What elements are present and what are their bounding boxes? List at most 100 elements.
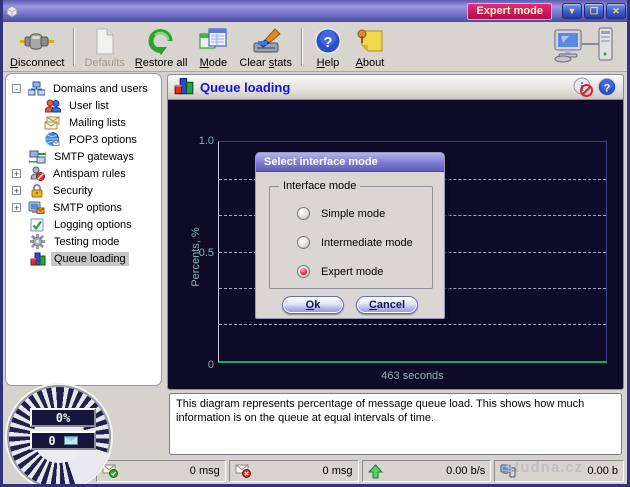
- radio-expert-mode[interactable]: Expert mode: [270, 257, 432, 286]
- sidebar-item-label: Security: [50, 184, 96, 198]
- restore-all-button[interactable]: Restore all: [130, 24, 193, 70]
- collapse-icon[interactable]: -: [12, 84, 21, 93]
- radio-simple-mode[interactable]: Simple mode: [270, 199, 432, 228]
- settings-tree: - Domains and users User list Mailing li…: [5, 73, 162, 386]
- sidebar-item-label: Logging options: [51, 218, 135, 232]
- expand-icon[interactable]: +: [12, 203, 21, 212]
- user-list-icon: [44, 98, 61, 113]
- info-disabled-icon[interactable]: i: [573, 77, 593, 97]
- sidebar-item-queue-loading[interactable]: Queue loading: [6, 250, 161, 267]
- toolbar: Disconnect Defaults Restore all Mode Cl: [3, 22, 627, 72]
- queue-load-gauge: 0% 0: [3, 383, 119, 484]
- cancel-button[interactable]: Cancel: [356, 296, 418, 314]
- radio-intermediate-mode[interactable]: Intermediate mode: [270, 228, 432, 257]
- sidebar-item-label: SMTP gateways: [51, 150, 137, 164]
- sidebar-item-domains-and-users[interactable]: - Domains and users: [6, 80, 161, 97]
- ok-button[interactable]: Ok: [282, 296, 344, 314]
- panel-title: Queue loading: [200, 80, 290, 95]
- mailing-lists-icon: [44, 115, 61, 130]
- upload-arrow-icon: [368, 464, 384, 478]
- mode-icon: [199, 26, 227, 56]
- clear-stats-button[interactable]: Clear stats: [234, 24, 297, 70]
- dialog-title-bar[interactable]: Select interface mode: [256, 153, 444, 172]
- app-icon: [4, 3, 22, 19]
- sidebar-item-logging-options[interactable]: Logging options: [6, 216, 161, 233]
- defaults-label: Defaults: [84, 57, 124, 69]
- radio-icon[interactable]: [297, 207, 310, 220]
- restore-all-label: Restore all: [135, 57, 188, 69]
- network-status-icon: [553, 26, 615, 69]
- gauge-percent-display: 0%: [30, 408, 96, 427]
- envelope-icon: [64, 436, 78, 445]
- app-window: Expert mode ▼ ❐ ✕ Disconnect Defaults Re…: [0, 0, 630, 487]
- about-icon: [356, 26, 384, 56]
- queue-loading-panel-icon: [174, 76, 194, 98]
- interface-mode-group: Interface mode Simple mode Intermediate …: [269, 186, 433, 289]
- clear-stats-icon: [251, 26, 281, 56]
- sidebar-item-label: Queue loading: [51, 252, 129, 266]
- defaults-button[interactable]: Defaults: [79, 24, 129, 70]
- disconnect-button[interactable]: Disconnect: [5, 24, 69, 70]
- radio-icon[interactable]: [297, 236, 310, 249]
- testing-mode-icon: [29, 234, 46, 249]
- queue-loading-icon: [29, 251, 46, 266]
- disconnect-icon: [20, 26, 54, 56]
- smtp-gateways-icon: [29, 149, 46, 164]
- pop3-options-icon: [44, 132, 61, 147]
- select-interface-mode-dialog: Select interface mode Interface mode Sim…: [255, 152, 445, 319]
- status-value: 0 msg: [190, 465, 220, 477]
- close-button[interactable]: ✕: [606, 3, 626, 19]
- sidebar-item-label: Domains and users: [50, 82, 151, 96]
- sidebar-item-user-list[interactable]: User list: [6, 97, 161, 114]
- mode-label: Mode: [200, 57, 228, 69]
- y-tick-1: 1.0: [192, 135, 214, 147]
- watermark: studna.cz: [505, 459, 583, 476]
- sidebar-item-smtp-gateways[interactable]: SMTP gateways: [6, 148, 161, 165]
- status-messages-error: 0 msg: [229, 460, 359, 482]
- svg-text:?: ?: [604, 83, 611, 95]
- message-error-icon: [235, 464, 251, 478]
- radio-selected-icon[interactable]: [297, 265, 310, 278]
- sidebar-item-antispam-rules[interactable]: + Antispam rules: [6, 165, 161, 182]
- status-value: 0.00 b/s: [446, 465, 485, 477]
- help-label: Help: [317, 57, 340, 69]
- sidebar-item-security[interactable]: + Security: [6, 182, 161, 199]
- status-upload-speed: 0.00 b/s: [362, 460, 492, 482]
- sidebar-item-label: POP3 options: [66, 133, 140, 147]
- smtp-options-icon: [28, 200, 45, 215]
- domains-and-users-icon: [28, 81, 45, 96]
- status-value: 0 msg: [323, 465, 353, 477]
- antispam-rules-icon: [28, 166, 45, 181]
- toolbar-separator: [301, 28, 303, 66]
- radio-label: Simple mode: [321, 208, 385, 220]
- panel-help-icon[interactable]: ?: [597, 77, 617, 97]
- sidebar-item-smtp-options[interactable]: + SMTP options: [6, 199, 161, 216]
- mode-badge: Expert mode: [467, 3, 552, 20]
- security-icon: [28, 183, 45, 198]
- disconnect-label: Disconnect: [10, 57, 64, 69]
- sidebar-item-pop3-options[interactable]: POP3 options: [6, 131, 161, 148]
- minimize-button[interactable]: ▼: [562, 3, 582, 19]
- gridline: [219, 324, 606, 325]
- about-button[interactable]: About: [349, 24, 391, 70]
- group-label: Interface mode: [279, 180, 360, 192]
- sidebar-item-label: Antispam rules: [50, 167, 129, 181]
- defaults-icon: [93, 26, 117, 56]
- expand-icon[interactable]: +: [12, 186, 21, 195]
- sidebar-item-mailing-lists[interactable]: Mailing lists: [6, 114, 161, 131]
- panel-header: Queue loading i ?: [168, 75, 623, 100]
- radio-label: Intermediate mode: [321, 237, 413, 249]
- x-axis-label: 463 seconds: [218, 370, 607, 382]
- maximize-button[interactable]: ❐: [584, 3, 604, 19]
- sidebar-item-label: Testing mode: [51, 235, 122, 249]
- y-tick-0: 0: [192, 359, 214, 371]
- expand-icon[interactable]: +: [12, 169, 21, 178]
- logging-options-icon: [29, 217, 46, 232]
- mode-button[interactable]: Mode: [192, 24, 234, 70]
- sidebar-item-testing-mode[interactable]: Testing mode: [6, 233, 161, 250]
- description-panel: This diagram represents percentage of me…: [169, 393, 622, 455]
- sidebar-item-label: Mailing lists: [66, 116, 129, 130]
- help-button[interactable]: ? Help: [307, 24, 349, 70]
- y-tick-05: 0.5: [192, 247, 214, 259]
- toolbar-separator: [73, 28, 75, 66]
